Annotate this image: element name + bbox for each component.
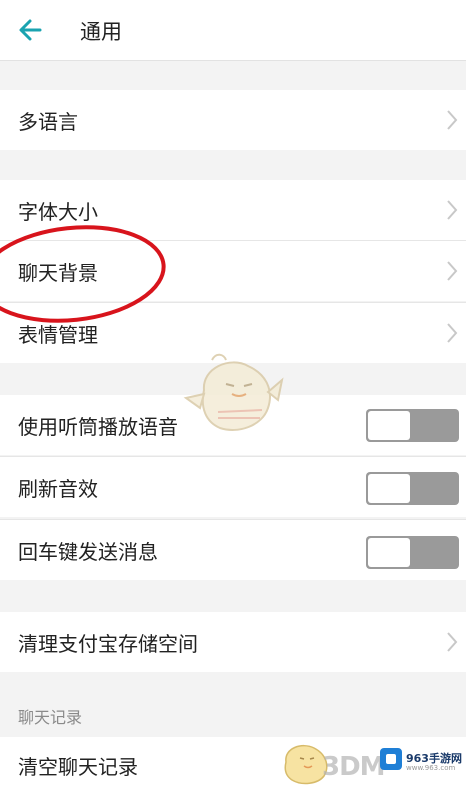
enter-to-send-toggle[interactable]	[366, 536, 459, 569]
watermark-site-url: www.963.com	[406, 764, 456, 772]
setting-row-enter-to-send: 回车键发送消息	[0, 520, 466, 580]
chevron-right-icon	[447, 200, 458, 220]
setting-row-refresh-sound: 刷新音效	[0, 457, 466, 517]
setting-label: 清理支付宝存储空间	[18, 631, 198, 656]
setting-row-earpiece-audio: 使用听筒播放语音	[0, 395, 466, 455]
chevron-right-icon	[447, 110, 458, 130]
watermark-3dm: 3DM	[322, 752, 386, 782]
setting-row-chat-background[interactable]: 聊天背景	[0, 241, 466, 301]
setting-label: 多语言	[18, 109, 78, 134]
refresh-sound-toggle[interactable]	[366, 472, 459, 505]
section-heading-chat-history: 聊天记录	[18, 708, 83, 727]
toggle-knob	[368, 538, 410, 567]
page-title: 通用	[80, 20, 122, 44]
setting-label: 使用听筒播放语音	[18, 414, 178, 439]
arrow-left-icon	[19, 19, 42, 41]
setting-row-font-size[interactable]: 字体大小	[0, 180, 466, 240]
setting-row-language[interactable]: 多语言	[0, 90, 466, 150]
setting-label: 刷新音效	[18, 476, 98, 501]
toggle-knob	[368, 474, 410, 503]
earpiece-audio-toggle[interactable]	[366, 409, 459, 442]
chevron-right-icon	[447, 261, 458, 281]
top-app-bar: 通用	[0, 0, 466, 61]
chevron-right-icon	[447, 632, 458, 652]
watermark-site-logo: 963手游网 www.963.com	[380, 742, 462, 780]
setting-label: 字体大小	[18, 199, 98, 224]
site-logo-icon	[380, 748, 402, 770]
setting-label: 聊天背景	[18, 260, 98, 285]
setting-label: 清空聊天记录	[18, 755, 138, 779]
chevron-right-icon	[447, 323, 458, 343]
setting-label: 回车键发送消息	[18, 539, 158, 564]
setting-row-emoji-management[interactable]: 表情管理	[0, 303, 466, 363]
setting-label: 表情管理	[18, 322, 98, 347]
toggle-knob	[368, 411, 410, 440]
back-button[interactable]	[14, 14, 48, 46]
setting-row-clear-storage[interactable]: 清理支付宝存储空间	[0, 612, 466, 672]
